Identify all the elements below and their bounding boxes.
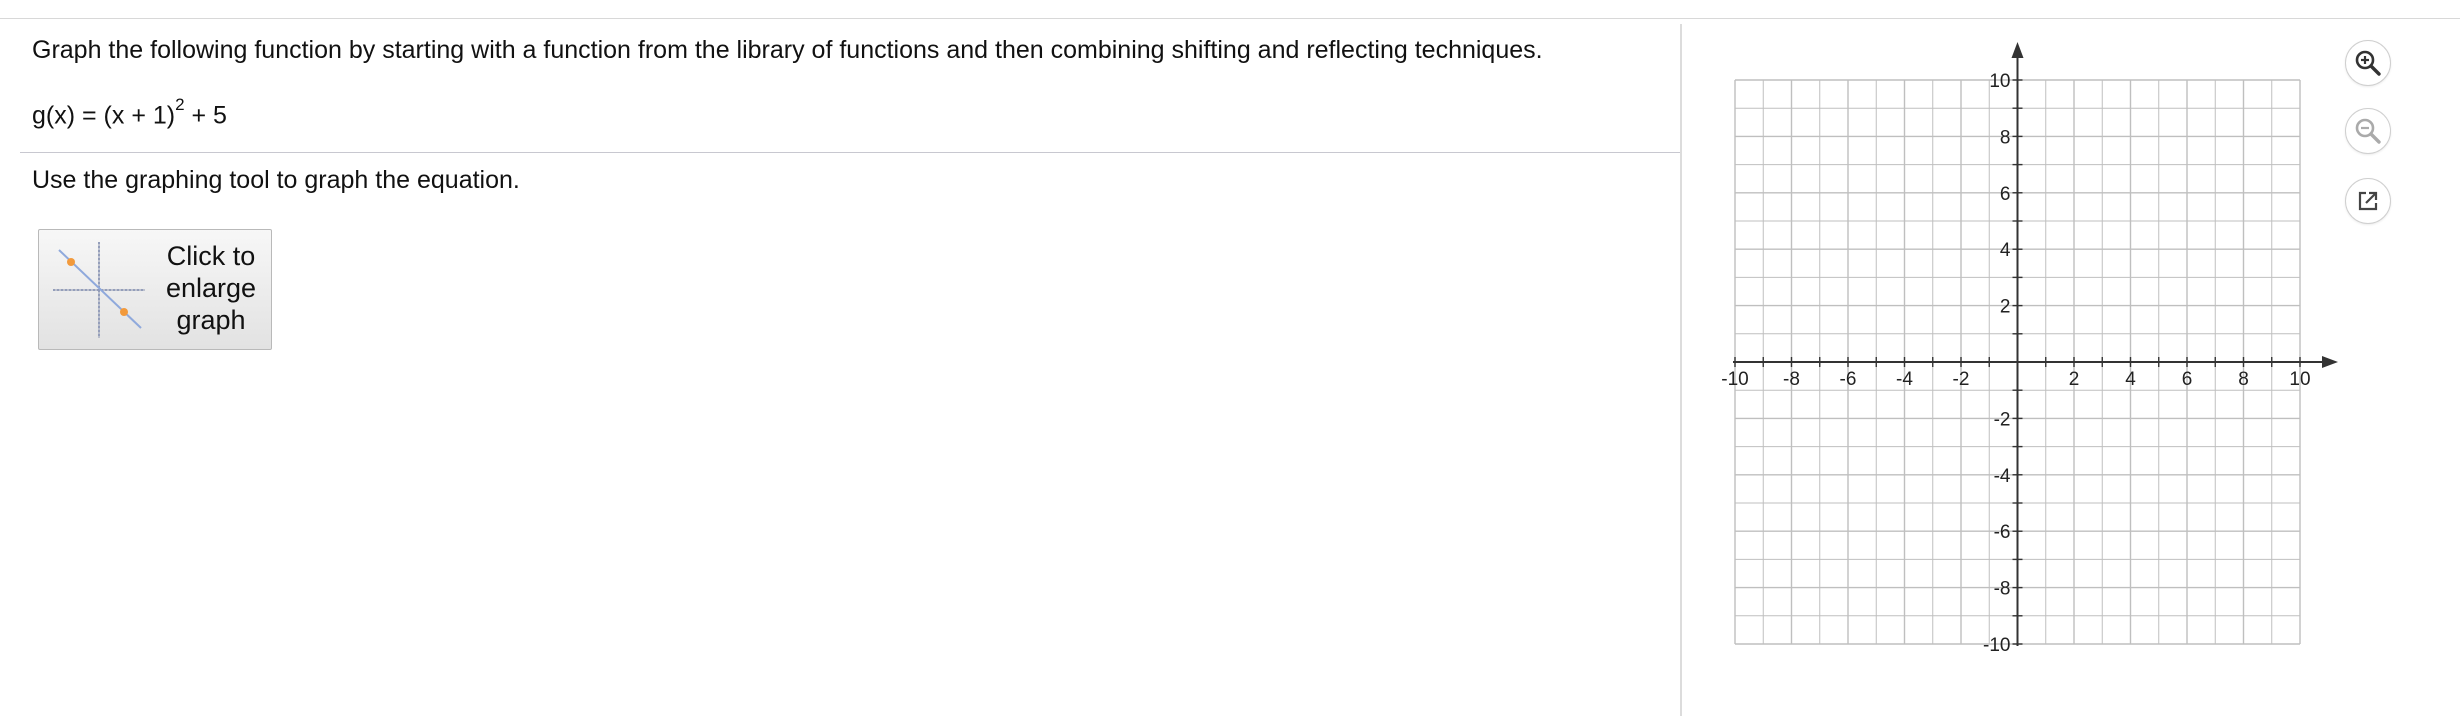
y-tick-label: 10 — [1989, 71, 2010, 92]
y-tick-label: -4 — [1994, 466, 2011, 487]
x-tick-label: 6 — [2182, 369, 2193, 390]
equation-base: g(x) = (x + 1) — [32, 101, 176, 130]
x-tick-label: -6 — [1840, 369, 1857, 390]
zoom-out-icon — [2355, 118, 2381, 144]
zoom-out-button[interactable] — [2345, 108, 2391, 154]
coordinate-grid[interactable]: -10 -8 -6 -4 -2 2 4 6 8 10 10 8 6 4 2 -2 -4 -6 -8 -10 — [1700, 30, 2340, 670]
popout-button[interactable] — [2345, 178, 2391, 224]
zoom-in-icon — [2355, 50, 2381, 76]
y-tick-label: -2 — [1994, 409, 2011, 430]
y-tick-label: 2 — [2000, 297, 2011, 318]
x-axis-arrow — [2322, 356, 2338, 368]
x-tick-label: 2 — [2069, 369, 2080, 390]
y-tick-label: 8 — [2000, 127, 2011, 148]
question-prompt: Graph the following function by starting… — [32, 36, 1543, 64]
equation-tail: + 5 — [184, 101, 227, 130]
graph-canvas[interactable]: -10 -8 -6 -4 -2 2 4 6 8 10 10 8 6 4 2 -2 -4 -6 -8 -10 — [1700, 30, 2340, 670]
pane-divider — [1680, 24, 1682, 716]
x-tick-label: 4 — [2125, 369, 2136, 390]
graph-thumbnail-icon — [53, 242, 145, 338]
x-tick-label: 10 — [2289, 369, 2310, 390]
x-tick-label: -2 — [1953, 369, 1970, 390]
y-tick-label: 6 — [2000, 184, 2011, 205]
y-axis-arrow — [2011, 42, 2024, 58]
top-border — [0, 0, 2460, 19]
external-window-icon — [2358, 191, 2378, 211]
zoom-in-button[interactable] — [2345, 40, 2391, 86]
y-tick-label: -8 — [1994, 579, 2011, 600]
y-tick-label: -10 — [1983, 635, 2010, 656]
enlarge-graph-button[interactable]: Click to enlarge graph — [38, 229, 272, 350]
question-pane — [0, 19, 1680, 716]
x-tick-label: -10 — [1721, 369, 1748, 390]
function-equation: g(x) = (x + 1)2 + 5 — [32, 95, 227, 130]
x-tick-label: -8 — [1783, 369, 1800, 390]
x-tick-label: 8 — [2238, 369, 2249, 390]
enlarge-graph-label: Click to enlarge graph — [165, 241, 257, 335]
instruction-text: Use the graphing tool to graph the equat… — [32, 166, 520, 194]
equation-exponent: 2 — [175, 95, 185, 114]
y-tick-label: -6 — [1994, 522, 2011, 543]
y-tick-label: 4 — [2000, 240, 2011, 261]
section-divider — [20, 152, 1682, 153]
x-tick-label: -4 — [1896, 369, 1913, 390]
